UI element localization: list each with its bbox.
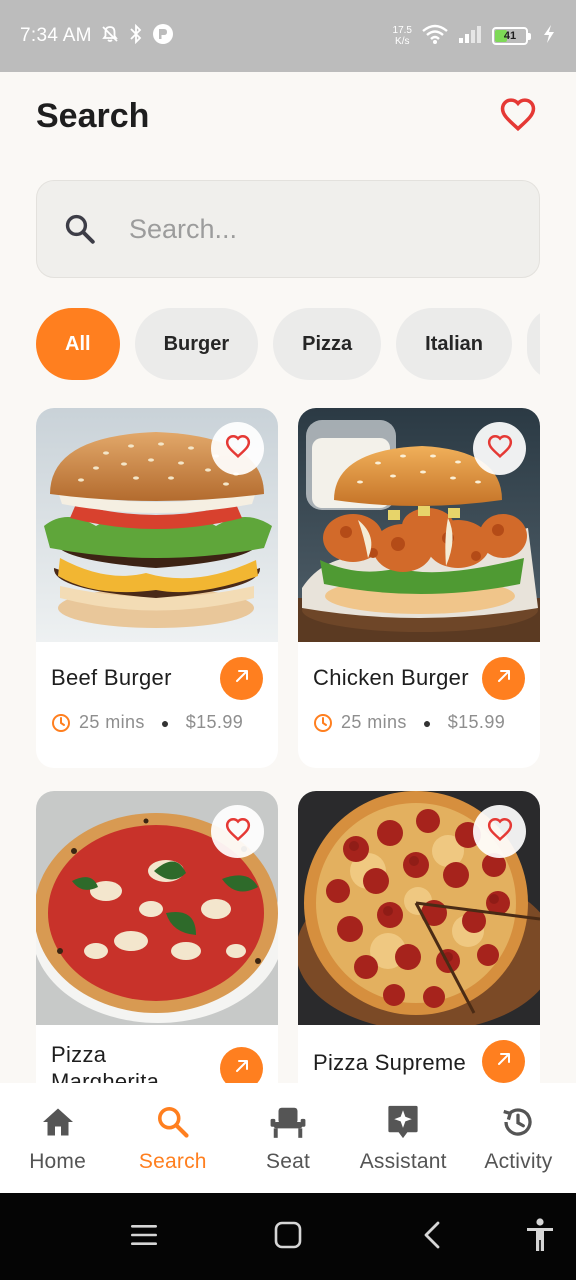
search-icon — [61, 210, 99, 248]
recent-apps-button[interactable] — [122, 1215, 166, 1259]
mute-icon — [100, 24, 120, 49]
clock-icon — [313, 713, 333, 733]
battery-icon: 41 — [492, 27, 531, 45]
chevron-left-icon — [422, 1220, 442, 1255]
price: $15.99 — [447, 712, 506, 732]
accessibility-icon — [525, 1217, 555, 1257]
nav-label-search: Search — [138, 1150, 207, 1173]
food-image — [36, 408, 278, 642]
battery-level: 41 — [503, 30, 517, 42]
search-icon — [155, 1102, 191, 1142]
prep-time: 25 mins — [341, 712, 407, 732]
network-speed-value: 17.5 — [392, 25, 412, 36]
heart-icon — [225, 817, 251, 846]
food-meta: 25 mins ● $15.99 — [313, 712, 505, 733]
search-bar[interactable] — [36, 180, 540, 278]
search-input[interactable] — [129, 213, 489, 245]
food-name: Pizza Supreme — [313, 1050, 467, 1075]
arrow-up-right-icon — [495, 1050, 513, 1073]
system-navigation-bar — [0, 1193, 576, 1280]
menu-icon — [130, 1223, 158, 1252]
chip-all[interactable]: All — [36, 308, 120, 380]
open-item-button[interactable] — [220, 657, 263, 700]
nav-activity[interactable]: Activity — [461, 1083, 576, 1193]
arrow-up-right-icon — [495, 667, 513, 690]
chip-pizza[interactable]: Pizza — [273, 308, 382, 380]
food-grid: Beef Burger 25 mins ● $15.99 Chicken Bur… — [36, 408, 540, 1083]
heart-icon — [225, 434, 251, 463]
favorite-button[interactable] — [211, 422, 264, 475]
nav-label-activity: Activity — [484, 1150, 553, 1173]
food-image — [298, 791, 540, 1025]
nav-label-assistant: Assistant — [359, 1150, 447, 1173]
nav-home[interactable]: Home — [0, 1083, 115, 1193]
signal-icon — [458, 24, 482, 49]
bottom-navigation: Home Search Seat Assistant Activity — [0, 1083, 576, 1193]
network-speed: 17.5 K/s — [393, 25, 412, 47]
food-name: Beef Burger — [51, 665, 172, 690]
food-meta: 25 mins ● $15.99 — [51, 712, 243, 733]
page-title: Search — [36, 96, 150, 135]
separator-dot: ● — [160, 714, 170, 731]
category-chips: All Burger Pizza Italian — [36, 308, 540, 380]
assistant-icon — [385, 1102, 421, 1142]
home-system-button[interactable] — [266, 1215, 310, 1259]
food-name: Chicken Burger — [313, 665, 469, 690]
nav-assistant[interactable]: Assistant — [346, 1083, 461, 1193]
status-bar: 7:34 AM 17.5 K/s 41 — [0, 0, 576, 72]
charging-icon — [542, 24, 556, 49]
heart-icon — [499, 97, 537, 136]
header: Search — [36, 88, 540, 144]
arrow-up-right-icon — [233, 1057, 251, 1080]
favorites-button[interactable] — [496, 94, 540, 138]
nav-label-home: Home — [29, 1150, 87, 1173]
food-image — [298, 408, 540, 642]
open-item-button[interactable] — [220, 1047, 263, 1083]
nav-seat[interactable]: Seat — [230, 1083, 345, 1193]
food-card-beef-burger[interactable]: Beef Burger 25 mins ● $15.99 — [36, 408, 278, 768]
back-button[interactable] — [410, 1215, 454, 1259]
food-card-chicken-burger[interactable]: Chicken Burger 25 mins ● $15.99 — [298, 408, 540, 768]
clock-icon — [51, 713, 71, 733]
food-card-pizza-supreme[interactable]: Pizza Supreme — [298, 791, 540, 1083]
nav-label-seat: Seat — [266, 1150, 310, 1173]
favorite-button[interactable] — [473, 422, 526, 475]
price: $15.99 — [185, 712, 244, 732]
chip-burger[interactable]: Burger — [134, 308, 259, 380]
chip-italian[interactable]: Italian — [396, 308, 512, 380]
food-image — [36, 791, 278, 1025]
network-speed-unit: K/s — [395, 36, 410, 47]
square-icon — [274, 1221, 302, 1254]
food-name: Pizza Margherita — [51, 1042, 160, 1083]
heart-icon — [487, 434, 513, 463]
nav-search[interactable]: Search — [115, 1083, 230, 1193]
seat-icon — [269, 1102, 307, 1142]
accessibility-button[interactable] — [518, 1215, 562, 1259]
status-time: 7:34 AM — [20, 25, 92, 46]
heart-icon — [487, 817, 513, 846]
open-item-button[interactable] — [482, 1040, 525, 1083]
favorite-button[interactable] — [473, 805, 526, 858]
app-notification-icon — [152, 23, 174, 50]
arrow-up-right-icon — [233, 667, 251, 690]
home-icon — [40, 1102, 76, 1142]
chip-more[interactable] — [526, 308, 540, 380]
prep-time: 25 mins — [79, 712, 145, 732]
history-icon — [499, 1102, 537, 1142]
open-item-button[interactable] — [482, 657, 525, 700]
favorite-button[interactable] — [211, 805, 264, 858]
bluetooth-icon — [128, 23, 144, 49]
separator-dot: ● — [422, 714, 432, 731]
food-card-pizza-margherita[interactable]: Pizza Margherita — [36, 791, 278, 1083]
wifi-icon — [422, 24, 448, 49]
